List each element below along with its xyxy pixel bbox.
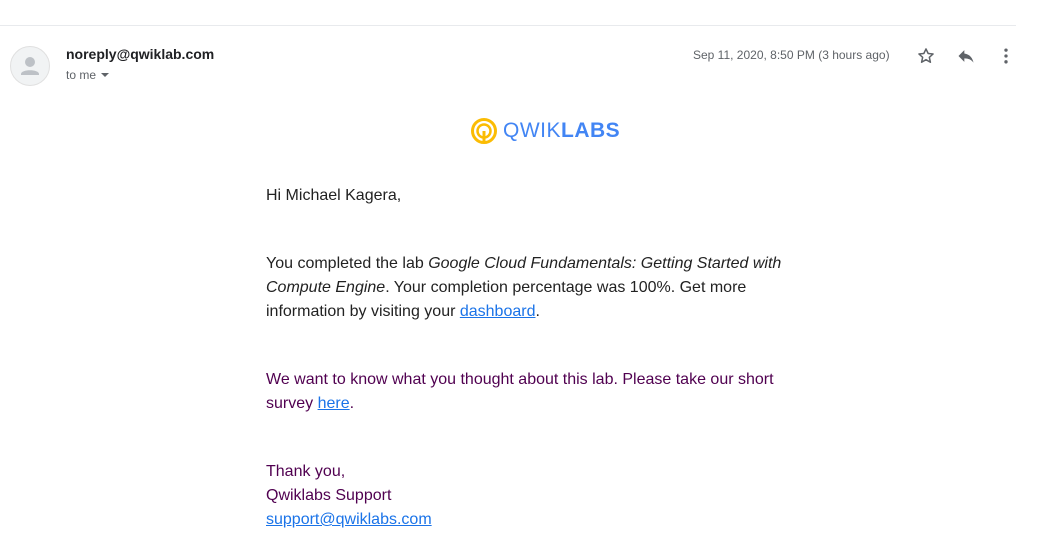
message-timestamp: Sep 11, 2020, 8:50 PM (3 hours ago) [693,48,890,62]
recipient-line[interactable]: to me [66,68,110,82]
greeting-paragraph: Hi Michael Kagera, [266,184,796,208]
completion-paragraph: You completed the lab Google Cloud Funda… [266,252,796,324]
survey-here-link[interactable]: here [318,395,350,412]
survey-paragraph: We want to know what you thought about t… [266,368,796,416]
logo-text-bold: LABS [561,119,621,142]
signoff-block: Thank you, Qwiklabs Support support@qwik… [266,460,796,532]
lab-name-part-1: Google Cloud Fundamentals: Getting Start… [428,255,782,272]
survey-line-1: We want to know what you thought about t… [266,371,774,388]
star-button[interactable] [914,44,938,68]
more-vertical-icon [1004,48,1008,64]
completion-line-2: Compute Engine. Your completion percenta… [266,276,796,300]
sender-email[interactable]: noreply@qwiklab.com [66,46,214,62]
dashboard-prefix: information by visiting your [266,303,460,320]
top-divider [0,25,1016,26]
completion-line-3: information by visiting your dashboard. [266,300,796,324]
lab-name-part-2: Compute Engine [266,279,386,296]
qwiklabs-logo: QWIKLABS [470,116,620,146]
completion-prefix: You completed the lab [266,255,429,272]
survey-suffix: . [349,395,355,412]
completion-percentage-text: . Your completion percentage was 100%. G… [385,279,747,296]
reply-icon [958,50,974,63]
star-outline-icon [918,48,934,63]
signoff-thanks: Thank you, [266,463,346,480]
signoff-email-line: support@qwiklabs.com [266,508,796,532]
reply-button[interactable] [954,44,978,68]
chevron-down-icon[interactable] [101,73,110,77]
support-email-link[interactable]: support@qwiklabs.com [266,511,432,528]
dashboard-link[interactable]: dashboard [460,303,536,320]
sender-avatar[interactable] [10,46,50,86]
more-options-button[interactable] [994,44,1018,68]
recipient-label: to me [66,68,97,82]
logo-text-light: QWIK [503,119,561,142]
completion-line-1: You completed the lab Google Cloud Funda… [266,252,796,276]
survey-line-2: survey here. [266,392,796,416]
signoff-team: Qwiklabs Support [266,487,392,504]
survey-prefix: survey [266,395,318,412]
dashboard-suffix: . [535,303,540,320]
logo-wordmark: QWIKLABS [503,119,620,143]
person-icon [21,57,39,75]
qwiklabs-logo-mark-icon [471,118,497,144]
greeting-text: Hi Michael Kagera, [266,187,402,204]
